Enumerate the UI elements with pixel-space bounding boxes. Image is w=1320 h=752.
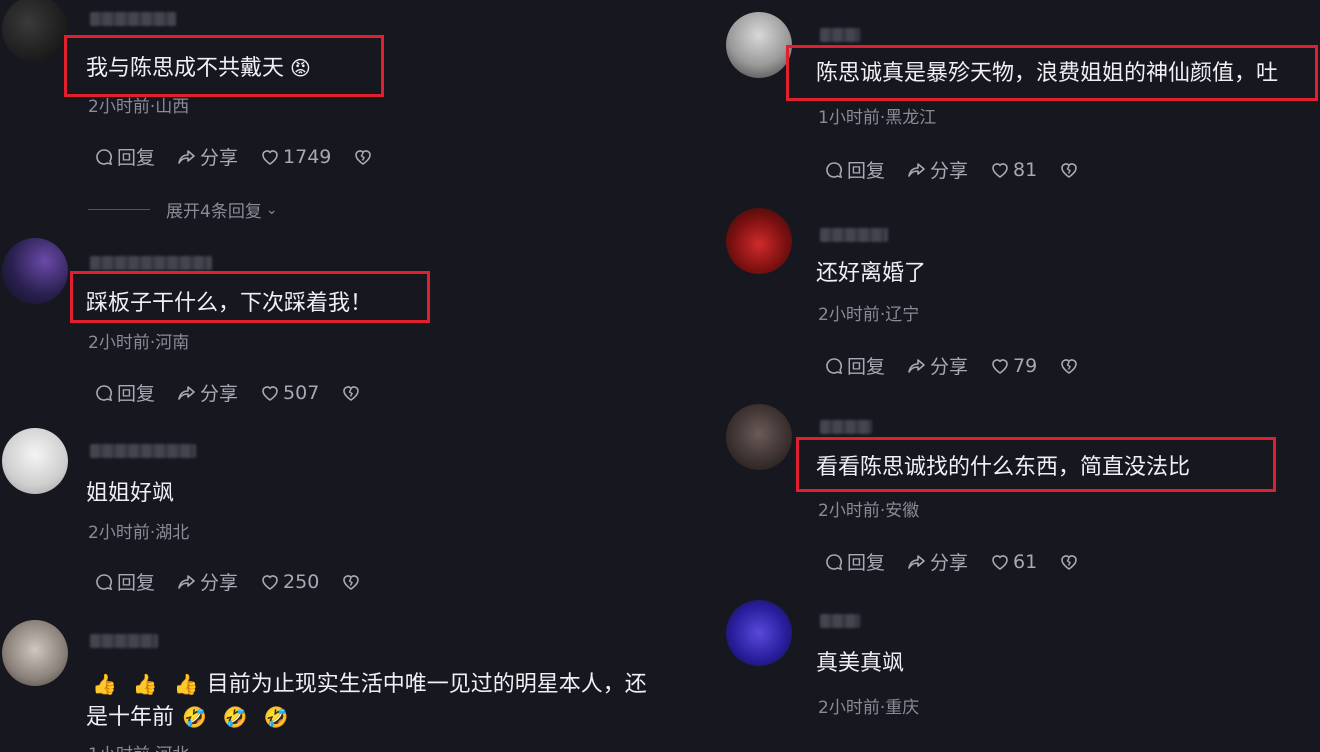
reply-icon bbox=[826, 553, 843, 570]
comment-text: 姐姐好飒 bbox=[86, 481, 175, 506]
broken-heart-icon bbox=[343, 574, 360, 590]
like-button[interactable]: 250 bbox=[260, 571, 319, 593]
share-button[interactable]: 分享 bbox=[177, 568, 238, 595]
thumbs-up-icon: 👍 bbox=[132, 672, 158, 696]
heart-icon bbox=[992, 162, 1008, 178]
comment-meta: 2小时前·重庆 bbox=[818, 698, 920, 718]
avatar[interactable] bbox=[726, 208, 792, 274]
dislike-button[interactable] bbox=[1059, 160, 1082, 180]
username-blurred[interactable] bbox=[820, 614, 860, 628]
like-button[interactable]: 507 bbox=[260, 382, 319, 404]
share-icon bbox=[908, 358, 925, 373]
reply-button[interactable]: 回复 bbox=[94, 568, 155, 595]
thumbs-up-icon: 👍 bbox=[173, 672, 199, 696]
share-button[interactable]: 分享 bbox=[907, 156, 968, 183]
share-icon bbox=[178, 149, 195, 164]
avatar[interactable] bbox=[2, 428, 68, 494]
divider bbox=[88, 209, 150, 210]
share-button[interactable]: 分享 bbox=[907, 548, 968, 575]
share-button[interactable]: 分享 bbox=[177, 379, 238, 406]
dislike-button[interactable] bbox=[353, 147, 376, 167]
comment-text: 真美真飒 bbox=[816, 651, 905, 676]
comment-meta: 1小时前·河北 bbox=[88, 740, 189, 752]
comment-text: 👍 👍 👍 目前为止现实生活中唯一见过的明星本人，还 是十年前 🤣 🤣 🤣 bbox=[86, 668, 696, 734]
comment-text: 我与陈思成不共戴天 😡 bbox=[86, 52, 319, 85]
reply-icon bbox=[826, 357, 843, 374]
comment-actions: 回复 分享 79 bbox=[824, 352, 1104, 379]
comment-text: 还好离婚了 bbox=[816, 261, 927, 286]
comment-actions: 回复 分享 1749 bbox=[94, 143, 398, 170]
username-blurred[interactable] bbox=[90, 256, 212, 270]
avatar[interactable] bbox=[2, 0, 68, 62]
like-button[interactable]: 81 bbox=[990, 159, 1037, 181]
share-icon bbox=[178, 385, 195, 400]
reply-button[interactable]: 回复 bbox=[94, 143, 155, 170]
username-blurred[interactable] bbox=[90, 634, 158, 648]
avatar[interactable] bbox=[726, 404, 792, 470]
reply-icon bbox=[96, 573, 113, 590]
broken-heart-icon bbox=[1061, 162, 1078, 178]
like-button[interactable]: 61 bbox=[990, 551, 1037, 573]
heart-icon bbox=[992, 358, 1008, 374]
heart-icon bbox=[262, 574, 278, 590]
reply-button[interactable]: 回复 bbox=[824, 548, 885, 575]
laughing-emoji-icon: 🤣 bbox=[263, 705, 289, 729]
avatar[interactable] bbox=[2, 620, 68, 686]
comment-meta: 2小时前·河南 bbox=[88, 333, 190, 353]
comment-meta: 2小时前·湖北 bbox=[88, 523, 190, 543]
comment-text: 踩板子干什么，下次踩着我！ bbox=[86, 291, 373, 316]
username-blurred[interactable] bbox=[820, 420, 872, 434]
comment-meta: 2小时前·山西 bbox=[88, 97, 190, 117]
reply-icon bbox=[96, 148, 113, 165]
reply-icon bbox=[826, 161, 843, 178]
reply-icon bbox=[96, 384, 113, 401]
laughing-emoji-icon: 🤣 bbox=[222, 705, 248, 729]
username-blurred[interactable] bbox=[90, 444, 196, 458]
chevron-down-icon: ⌄ bbox=[265, 201, 278, 218]
comment-actions: 回复 分享 250 bbox=[94, 568, 386, 595]
username-blurred[interactable] bbox=[90, 12, 176, 26]
thumbs-up-icon: 👍 bbox=[92, 672, 117, 696]
comment-actions: 回复 分享 507 bbox=[94, 379, 386, 406]
dislike-button[interactable] bbox=[1059, 552, 1082, 572]
share-icon bbox=[908, 554, 925, 569]
reply-button[interactable]: 回复 bbox=[94, 379, 155, 406]
heart-icon bbox=[992, 554, 1008, 570]
comment-meta: 2小时前·辽宁 bbox=[818, 305, 920, 325]
share-icon bbox=[908, 162, 925, 177]
angry-emoji-icon: 😡 bbox=[290, 56, 311, 80]
comment-text: 看看陈思诚找的什么东西，简直没法比 bbox=[816, 455, 1191, 480]
avatar[interactable] bbox=[726, 600, 792, 666]
dislike-button[interactable] bbox=[1059, 356, 1082, 376]
broken-heart-icon bbox=[355, 149, 372, 165]
username-blurred[interactable] bbox=[820, 28, 860, 42]
reply-button[interactable]: 回复 bbox=[824, 156, 885, 183]
share-button[interactable]: 分享 bbox=[177, 143, 238, 170]
laughing-emoji-icon: 🤣 bbox=[182, 705, 207, 729]
comment-actions: 回复 分享 61 bbox=[824, 548, 1104, 575]
reply-button[interactable]: 回复 bbox=[824, 352, 885, 379]
share-button[interactable]: 分享 bbox=[907, 352, 968, 379]
comment-feed: 我与陈思成不共戴天 😡 2小时前·山西 回复 分享 1749 展开4条回复 ⌄ 踩… bbox=[0, 0, 1320, 752]
avatar[interactable] bbox=[726, 12, 792, 78]
broken-heart-icon bbox=[1061, 554, 1078, 570]
comment-meta: 1小时前·黑龙江 bbox=[818, 108, 937, 128]
dislike-button[interactable] bbox=[341, 383, 364, 403]
dislike-button[interactable] bbox=[341, 572, 364, 592]
comment-text: 陈思诚真是暴殄天物，浪费姐姐的神仙颜值，吐 bbox=[816, 61, 1279, 86]
comment-meta: 2小时前·安徽 bbox=[818, 501, 920, 521]
heart-icon bbox=[262, 385, 278, 401]
heart-icon bbox=[262, 149, 278, 165]
username-blurred[interactable] bbox=[820, 228, 888, 242]
comment-actions: 回复 分享 81 bbox=[824, 156, 1104, 183]
avatar[interactable] bbox=[2, 238, 68, 304]
broken-heart-icon bbox=[1061, 358, 1078, 374]
like-button[interactable]: 79 bbox=[990, 355, 1037, 377]
like-button[interactable]: 1749 bbox=[260, 146, 331, 168]
share-icon bbox=[178, 574, 195, 589]
expand-replies-button[interactable]: 展开4条回复 ⌄ bbox=[88, 197, 278, 222]
broken-heart-icon bbox=[343, 385, 360, 401]
